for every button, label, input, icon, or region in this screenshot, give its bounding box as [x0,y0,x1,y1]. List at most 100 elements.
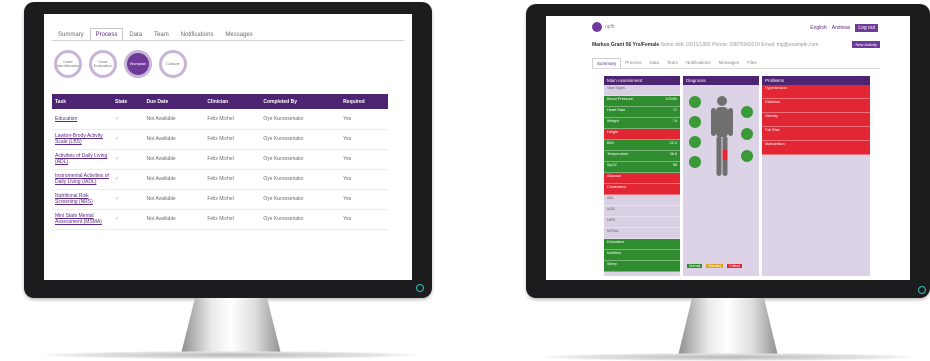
table-cell: Not Available [143,109,205,130]
table-cell: Not Available [143,189,205,210]
assessment-panel-title: Main Assessment [604,76,680,85]
task-link[interactable]: Lawton-Brody Activity Scale (LBS) [52,129,112,150]
table-row[interactable]: Instrumental Activities of Daily Living … [52,169,388,190]
cell-label: Temperature [607,152,629,156]
table-row[interactable]: Nutritional Risk Screening (NRS) ✓ Not Ava… [52,189,388,210]
assessment-cell[interactable]: Glucose [604,173,680,184]
assessment-cell[interactable]: NRS [604,217,680,228]
table-cell: Yes [340,129,388,150]
patient-name: Markus Grant [592,42,625,48]
cell-value: 120/80 [665,97,677,101]
check-icon: ✓ [112,209,144,230]
cell-label: SpO2 [607,163,617,167]
table-cell: Felix Michel [204,109,261,130]
cell-label: Malnutrition [765,142,785,146]
assessment-cell[interactable]: Nutrition [604,250,680,261]
assessment-cell[interactable]: Vital Signs [604,85,680,96]
task-table-body: Education ✓ Not Available Felix Michel Oye K… [52,109,388,230]
assessment-cell[interactable]: Fall Risk [762,127,870,141]
cell-value: 36.6 [669,152,677,156]
assessment-cell[interactable]: Obesity [762,113,870,127]
step-case-identification[interactable]: Case identification [54,50,82,78]
cell-label: Blood Pressure [607,97,633,101]
check-icon: ✓ [112,149,144,170]
assessment-cell[interactable]: Heart Rate 72 [604,107,680,118]
cell-label: Obesity [765,114,778,118]
assessment-cell[interactable]: Malnutrition [762,141,870,155]
user-link[interactable]: Andreas [832,25,851,31]
legend-item: Warning [706,264,724,268]
cell-label: NRS [607,218,616,222]
table-row[interactable]: Education ✓ Not Available Felix Michel Oye K… [52,109,388,130]
table-cell: Oye Kuroosenako [260,189,341,210]
cell-label: Nutrition [607,251,622,255]
cell-value: 72 [672,108,677,112]
right-monitor-base-shadow [542,353,914,361]
language-link[interactable]: English [810,25,826,31]
table-cell: Yes [340,189,388,210]
diagnosis-panel-title: Diagnosis [683,76,759,85]
cell-label: IADL [607,207,616,211]
app-logo-icon[interactable] [592,22,602,32]
diagnosis-legend: Normal Warning Critical [687,264,742,268]
task-link[interactable]: Activities of Daily Living (ADL) [52,149,112,170]
table-row[interactable]: Mini State Mental Assessment (MSMA) ✓ Not … [52,209,388,230]
table-cell: Yes [340,169,388,190]
assessment-cells: Vital Signs Blood Pressure 120/80 Heart Rat… [604,85,680,272]
lung-organ-icon[interactable] [689,136,701,148]
table-cell: Not Available [143,149,205,170]
logout-button[interactable]: Log out [855,24,878,32]
assessment-cell[interactable]: Height [604,129,680,140]
assessment-cell[interactable]: Blood Pressure 120/80 [604,96,680,107]
tab-divider [592,68,880,69]
legend-item: Critical [727,264,742,268]
table-cell: Felix Michel [204,149,261,170]
patient-age: 56 Yrs/Female [625,42,660,48]
assessment-cell[interactable]: Weight 74 [604,118,680,129]
brain-organ-icon[interactable] [689,96,701,108]
assessment-cell[interactable]: Education [604,239,680,250]
assessment-panel: Main Assessment Vital Signs Blood Pressur… [604,76,680,276]
table-row[interactable]: Activities of Daily Living (ADL) ✓ Not Ava… [52,149,388,170]
kidney-organ-icon[interactable] [741,106,753,118]
assessment-cell[interactable]: Temperature 36.6 [604,151,680,162]
assessment-cell[interactable]: BMI 22.4 [604,140,680,151]
table-row[interactable]: Lawton-Brody Activity Scale (LBS) ✓ Not Av… [52,129,388,150]
assessment-cell[interactable]: ADL [604,195,680,206]
assessment-cell[interactable]: Cholesterol [604,184,680,195]
bone-organ-icon[interactable] [741,150,753,162]
assessment-cell[interactable]: Sleep [604,261,680,272]
column-header: Required [340,94,388,109]
assessment-cell[interactable]: Diabetes [762,99,870,113]
cell-label: Hypertension [765,86,788,90]
check-icon: ✓ [112,169,144,190]
cell-label: Education [607,240,624,244]
table-cell: Oye Kuroosenako [260,209,341,230]
assessment-cell[interactable]: Hypertension [762,85,870,99]
task-link[interactable]: Mini State Mental Assessment (MSMA) [52,209,112,230]
step-workplan[interactable]: Workplan [124,50,152,78]
table-cell: Not Available [143,209,205,230]
stomach-organ-icon[interactable] [689,156,701,168]
table-cell: Not Available [143,169,205,190]
step-case-evaluation[interactable]: Case Evaluation [89,50,117,78]
assessment-cell[interactable]: MSMA [604,228,680,239]
table-cell: Yes [340,149,388,170]
task-link[interactable]: Nutritional Risk Screening (NRS) [52,189,112,210]
cell-label: BMI [607,141,614,145]
table-cell: Felix Michel [204,169,261,190]
left-monitor: Summary Process Data Team Notifications Messa… [24,2,432,359]
task-link[interactable]: Instrumental Activities of Daily Living … [52,169,112,190]
power-icon[interactable] [416,284,424,292]
task-link[interactable]: Education [52,109,112,130]
liver-organ-icon[interactable] [741,128,753,140]
power-icon[interactable] [918,286,926,294]
table-cell: Oye Kuroosenako [260,169,341,190]
heart-organ-icon[interactable] [689,116,701,128]
new-activity-button[interactable]: New Activity [852,41,880,48]
assessment-cell[interactable]: IADL [604,206,680,217]
right-monitor: upfit English Andreas Log out Markus Gra… [526,4,930,361]
assessment-cell[interactable]: SpO2 98 [604,162,680,173]
step-closure[interactable]: Closure [159,50,187,78]
column-header: Due Date [143,94,205,109]
